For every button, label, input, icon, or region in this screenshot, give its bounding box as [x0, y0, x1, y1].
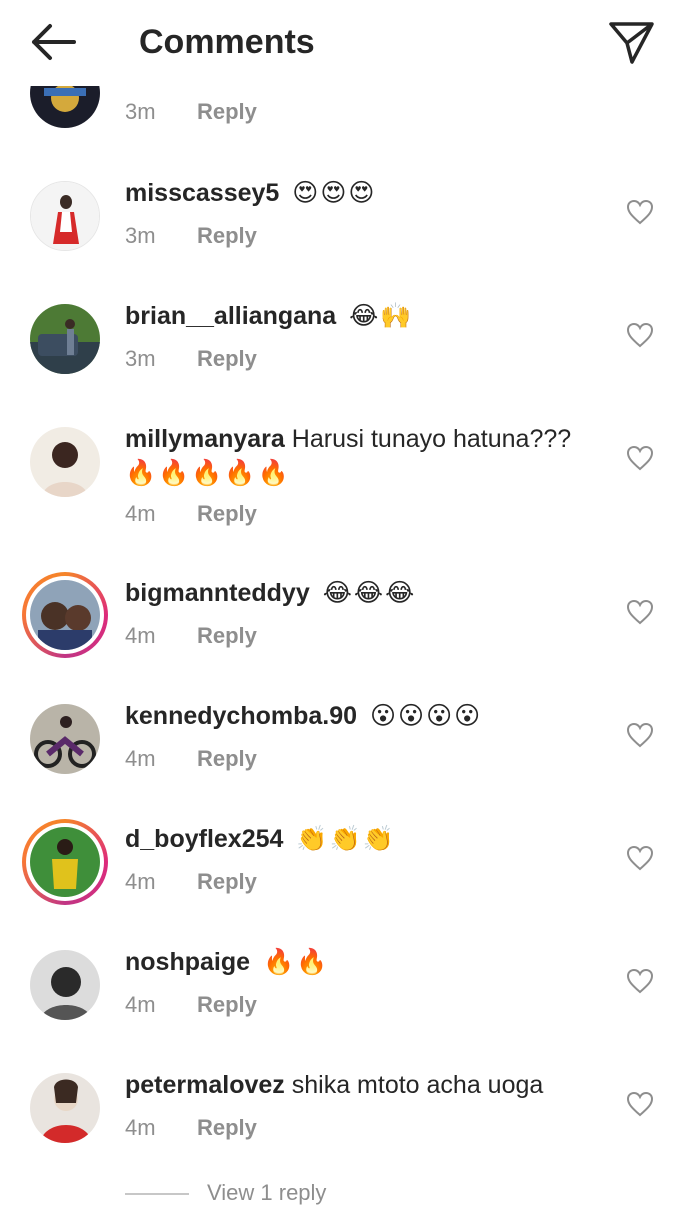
comment-time: 3m [125, 346, 156, 371]
send-icon[interactable] [606, 18, 656, 66]
comment-meta: 3m Reply [125, 346, 257, 372]
avatar[interactable] [30, 950, 100, 1020]
heart-icon[interactable] [626, 722, 654, 748]
comment-body: shika mtoto acha uoga [291, 1071, 544, 1099]
avatar[interactable] [30, 1073, 100, 1143]
heart-icon[interactable] [626, 845, 654, 871]
comment-emoji: 🔥🔥 [262, 948, 330, 976]
comment-meta: 3m Reply [125, 99, 257, 125]
comment-emoji: 😮😮😮😮 [369, 702, 483, 730]
comment-username[interactable]: noshpaige [125, 948, 250, 976]
reply-button[interactable]: Reply [197, 746, 257, 771]
comment-meta: 4m Reply [125, 1115, 257, 1141]
comment-text: millymanyara Harusi tunayo hatuna??? 🔥🔥🔥🔥… [125, 422, 605, 490]
comment-username[interactable]: millymanyara [125, 425, 285, 453]
back-arrow-icon[interactable] [28, 20, 80, 64]
reply-button[interactable]: Reply [197, 99, 257, 124]
comment-username[interactable]: petermalovez [125, 1071, 285, 1099]
comment-time: 4m [125, 1115, 156, 1140]
reply-button[interactable]: Reply [197, 992, 257, 1017]
comment-username[interactable]: misscassey5 [125, 179, 279, 207]
comment-text: bigmannteddyy 😂😂😂 [125, 576, 605, 610]
comment-time: 4m [125, 746, 156, 771]
heart-icon[interactable] [626, 968, 654, 994]
comment-emoji: 👏👏👏 [296, 825, 396, 853]
story-ring[interactable] [22, 819, 108, 905]
reply-button[interactable]: Reply [197, 501, 257, 526]
comment-time: 4m [125, 501, 156, 526]
header-bar: Comments [0, 0, 693, 86]
avatar[interactable] [30, 427, 100, 497]
avatar[interactable] [30, 304, 100, 374]
heart-icon[interactable] [626, 322, 654, 348]
reply-button[interactable]: Reply [197, 223, 257, 248]
page-title: Comments [139, 23, 315, 61]
comment-time: 3m [125, 223, 156, 248]
story-ring[interactable] [22, 572, 108, 658]
avatar[interactable] [30, 827, 100, 897]
comment-emoji: 🔥🔥🔥🔥🔥 [125, 459, 291, 487]
comment-text: brian__alliangana 😂🙌 [125, 299, 605, 333]
comment-text: misscassey5 😍😍😍 [125, 176, 605, 210]
comment-meta: 4m Reply [125, 992, 257, 1018]
heart-icon[interactable] [626, 599, 654, 625]
comment-meta: 4m Reply [125, 869, 257, 895]
avatar[interactable] [30, 181, 100, 251]
avatar[interactable] [30, 704, 100, 774]
replies-divider [125, 1193, 189, 1196]
comment-emoji: 😍😍😍 [292, 179, 377, 207]
comment-username[interactable]: d_boyflex254 [125, 825, 283, 853]
comment-meta: 4m Reply [125, 623, 257, 649]
comment-text: petermalovez shika mtoto acha uoga [125, 1068, 605, 1102]
comment-emoji: 😂🙌 [349, 302, 414, 330]
comment-text: d_boyflex254 👏👏👏 [125, 822, 605, 856]
comment-text: noshpaige 🔥🔥 [125, 945, 605, 979]
comment-time: 4m [125, 623, 156, 648]
reply-button[interactable]: Reply [197, 623, 257, 648]
comment-username[interactable]: bigmannteddyy [125, 579, 310, 607]
reply-button[interactable]: Reply [197, 346, 257, 371]
heart-icon[interactable] [626, 1091, 654, 1117]
heart-icon[interactable] [626, 199, 654, 225]
comment-username[interactable]: kennedychomba.90 [125, 702, 357, 730]
comment-meta: 4m Reply [125, 746, 257, 772]
comment-meta: 3m Reply [125, 223, 257, 249]
comment-time: 4m [125, 992, 156, 1017]
comment-username[interactable]: brian__alliangana [125, 302, 336, 330]
comment-emoji: 😂😂😂 [322, 579, 417, 607]
comment-text: kennedychomba.90 😮😮😮😮 [125, 699, 605, 733]
avatar[interactable] [30, 580, 100, 650]
comment-body: Harusi tunayo hatuna??? [291, 425, 572, 453]
comment-meta: 4m Reply [125, 501, 257, 527]
comment-time: 3m [125, 99, 156, 124]
view-replies[interactable]: View 1 reply [125, 1180, 326, 1206]
reply-button[interactable]: Reply [197, 869, 257, 894]
heart-icon[interactable] [626, 445, 654, 471]
comment-time: 4m [125, 869, 156, 894]
reply-button[interactable]: Reply [197, 1115, 257, 1140]
view-replies-label[interactable]: View 1 reply [207, 1180, 326, 1205]
